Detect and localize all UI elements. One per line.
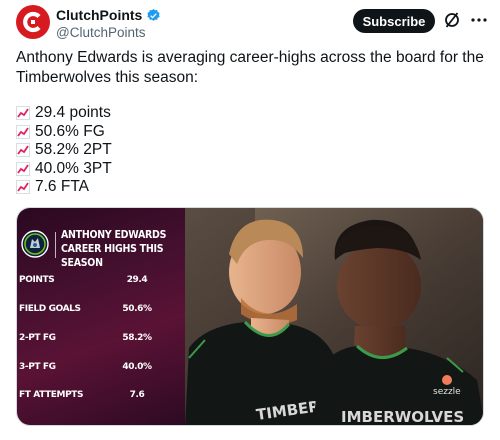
stat-text: 58.2% 2PT <box>35 141 112 159</box>
graphic-row-value: 50.6% <box>122 304 152 314</box>
chart-increasing-icon <box>16 106 30 121</box>
avatar[interactable] <box>16 5 50 39</box>
list-item: 50.6% FG <box>16 123 112 142</box>
account-names: ClutchPoints @ClutchPoints <box>56 7 161 41</box>
tweet-header: ClutchPoints @ClutchPoints Subscribe <box>0 0 500 50</box>
graphic-row-label: FT ATTEMPTS <box>19 390 84 400</box>
graphic-row-label: 3-PT FG <box>19 362 56 372</box>
graphic-row-label: 2-PT FG <box>19 333 56 343</box>
tweet-text: Anthony Edwards is averaging career-high… <box>16 49 484 86</box>
graphic-row-label: FIELD GOALS <box>19 304 81 314</box>
sponsor-text: sezzle <box>433 387 461 397</box>
graphic-title-line2: CAREER HIGHS THIS SEASON <box>61 243 164 269</box>
stat-text: 40.0% 3PT <box>35 159 112 177</box>
timberwolves-logo-icon <box>21 230 49 258</box>
graphic-row: POINTS 29.4 <box>17 272 185 290</box>
stat-text: 7.6 FTA <box>35 178 89 196</box>
graphic-row-value: 7.6 <box>129 390 145 400</box>
subscribe-button[interactable]: Subscribe <box>353 9 435 33</box>
graphic-row-value: 40.0% <box>122 362 152 372</box>
graphic-row: 3-PT FG 40.0% <box>17 359 185 377</box>
verified-badge-icon <box>147 8 160 21</box>
graphic-row: FIELD GOALS 50.6% <box>17 301 185 319</box>
graphic-row-value: 58.2% <box>122 333 152 343</box>
jersey-text-right: IMBERWOLVES <box>341 408 464 426</box>
graphic-row: FT ATTEMPTS 7.6 <box>17 387 185 405</box>
list-item: 7.6 FTA <box>16 178 112 197</box>
clutchpoints-logo-icon <box>23 11 41 33</box>
stat-text: 50.6% FG <box>35 122 105 140</box>
list-item: 29.4 points <box>16 104 112 123</box>
graphic-title: ANTHONY EDWARDS CAREER HIGHS THIS SEASON <box>61 228 173 270</box>
stat-text: 29.4 points <box>35 104 111 122</box>
chart-increasing-icon <box>16 143 30 158</box>
stats-list: 29.4 points 50.6% FG 58.2% 2PT 40.0% 3PT… <box>16 104 112 197</box>
handle[interactable]: @ClutchPoints <box>56 24 161 41</box>
chart-increasing-icon <box>16 180 30 195</box>
divider <box>55 232 56 258</box>
more-options-icon[interactable] <box>468 10 490 30</box>
chart-increasing-icon <box>16 124 30 139</box>
players-photo-illustration: TIMBERWO sezzle IMBERWOLVES <box>185 208 483 426</box>
display-name[interactable]: ClutchPoints <box>56 7 142 24</box>
graphic-row-label: POINTS <box>19 275 55 285</box>
graphic-row-value: 29.4 <box>126 275 148 285</box>
grok-icon[interactable] <box>442 10 462 30</box>
chart-increasing-icon <box>16 161 30 176</box>
list-item: 58.2% 2PT <box>16 141 112 160</box>
tweet-media[interactable]: ANTHONY EDWARDS CAREER HIGHS THIS SEASON… <box>16 207 484 426</box>
players-photo: TIMBERWO sezzle IMBERWOLVES <box>185 208 483 426</box>
graphic-title-line1: ANTHONY EDWARDS <box>61 229 167 241</box>
list-item: 40.0% 3PT <box>16 160 112 179</box>
graphic-row: 2-PT FG 58.2% <box>17 330 185 348</box>
stats-graphic: ANTHONY EDWARDS CAREER HIGHS THIS SEASON… <box>17 208 185 425</box>
